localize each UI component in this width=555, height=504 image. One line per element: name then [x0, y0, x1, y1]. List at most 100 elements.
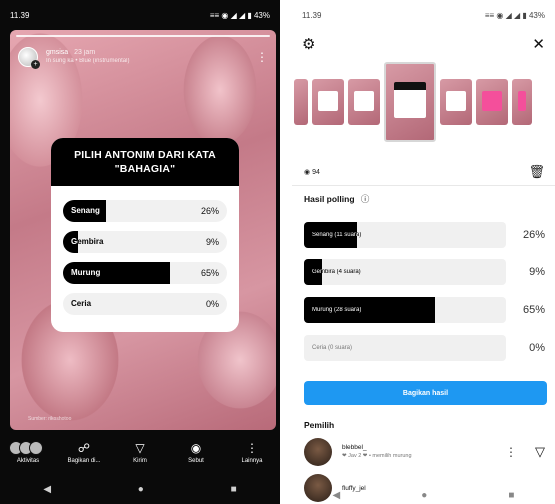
story-image[interactable]: + gmsisa 23 jam In sung ka • Blue (instr…	[10, 30, 276, 430]
story-thumbnails	[292, 62, 555, 142]
top-actions: ⚙ ✕	[302, 32, 545, 56]
poll-option-label: Ceria	[71, 299, 92, 308]
results-title-text: Hasil polling	[304, 194, 355, 204]
poll-option[interactable]: Senang 26%	[63, 200, 227, 222]
poll-option-percent: 26%	[200, 206, 219, 216]
divider	[292, 185, 555, 186]
mention-button[interactable]: ◉ Sebut	[171, 441, 221, 464]
viewer-avatars-icon	[9, 440, 43, 455]
send-icon: ▽	[135, 440, 145, 455]
result-label: Senang (11 suara)	[312, 232, 362, 238]
results-panel: 11.39 ≡≡ ◉ ◢ ◢ ▮ 43% ⚙ ✕ ◉ 94 🗑 Hasil po…	[292, 0, 555, 504]
share-to-label: Bagikan di...	[67, 457, 101, 464]
story-thumbnail[interactable]	[476, 79, 508, 125]
story-thumbnail-selected[interactable]	[384, 62, 436, 142]
home-icon[interactable]: ●	[138, 484, 144, 495]
story-thumbnail[interactable]	[348, 79, 380, 125]
poll-sticker: PILIH ANTONIM DARI KATA "BAHAGIA" Senang…	[51, 138, 239, 332]
poll-option[interactable]: Ceria 0%	[63, 293, 227, 315]
recents-icon[interactable]: ■	[508, 490, 514, 501]
result-label: Gembira (4 suara)	[312, 269, 361, 275]
more-vertical-icon: ⋮	[246, 440, 258, 455]
share-to-button[interactable]: ☍ Bagikan di...	[59, 441, 109, 464]
poll-option-percent: 65%	[200, 268, 219, 278]
views-count: 94	[312, 169, 320, 176]
voter-name[interactable]: blebbel_	[342, 443, 412, 452]
status-bar: 11.39 ≡≡ ◉ ◢ ◢ ▮ 43%	[0, 0, 280, 30]
activity-button[interactable]: Aktivitas	[3, 440, 53, 464]
share-icon: ☍	[77, 440, 91, 455]
result-bar: Senang (11 suara)	[304, 222, 506, 248]
result-percent: 0%	[529, 342, 545, 354]
story-user-meta: gmsisa 23 jam In sung ka • Blue (instrum…	[46, 48, 129, 66]
poll-option-percent: 0%	[205, 299, 219, 309]
trash-icon[interactable]: 🗑	[528, 164, 545, 180]
result-percent: 65%	[522, 304, 545, 316]
status-time: 11.39	[302, 10, 322, 20]
back-icon[interactable]: ◀	[333, 490, 341, 501]
info-icon[interactable]: ⓘ	[361, 194, 370, 204]
result-row: Murung (28 suara) 65%	[304, 297, 545, 323]
poll-option[interactable]: Gembira 9%	[63, 231, 227, 253]
story-thumbnail[interactable]	[312, 79, 344, 125]
result-percent: 9%	[529, 266, 545, 278]
status-time: 11.39	[10, 10, 30, 20]
result-percent: 26%	[522, 229, 545, 241]
result-label: Ceria (0 suara)	[312, 345, 353, 351]
gear-icon[interactable]: ⚙	[302, 35, 315, 53]
more-vertical-icon[interactable]: ⋮	[505, 445, 517, 459]
story-username[interactable]: gmsisa	[46, 49, 68, 56]
result-bar: Gembira (4 suara)	[304, 259, 506, 285]
recents-icon[interactable]: ■	[231, 484, 237, 495]
voter-sub: ❤ Jav 2 ❤ • memilih murung	[342, 453, 412, 459]
avatar[interactable]	[304, 438, 332, 466]
story-header: + gmsisa 23 jam In sung ka • Blue (instr…	[18, 44, 268, 70]
poll-option-percent: 9%	[205, 237, 219, 247]
story-thumbnail[interactable]	[512, 79, 532, 125]
system-nav-bar: ◀ ● ■	[292, 486, 555, 504]
mention-icon: ◉	[190, 440, 202, 455]
views-row: ◉ 94 🗑	[304, 164, 545, 180]
story-action-bar: Aktivitas ☍ Bagikan di... ▽ Kirim ◉ Sebu…	[0, 432, 280, 472]
voters-title: Pemilih	[304, 420, 335, 430]
share-results-button[interactable]: Bagikan hasil	[304, 381, 547, 405]
home-icon[interactable]: ●	[421, 490, 427, 501]
results-title: Hasil polling ⓘ	[304, 193, 369, 205]
result-bar: Murung (28 suara)	[304, 297, 506, 323]
story-music[interactable]: In sung ka • Blue (instrumental)	[46, 57, 129, 66]
result-bar: Ceria (0 suara)	[304, 335, 506, 361]
poll-option-label: Senang	[71, 206, 100, 215]
poll-option-label: Murung	[71, 268, 101, 277]
story-thumbnail[interactable]	[440, 79, 472, 125]
status-icons: ≡≡ ◉ ◢ ◢ ▮ 43%	[209, 10, 270, 20]
more-vertical-icon[interactable]: ⋮	[256, 50, 268, 64]
result-row: Senang (11 suara) 26%	[304, 222, 545, 248]
send-icon[interactable]: ▽	[535, 444, 545, 460]
result-row: Ceria (0 suara) 0%	[304, 335, 545, 361]
viewer-count[interactable]: ◉ 94	[304, 168, 320, 176]
story-progress-bar	[16, 35, 270, 37]
poll-option-label: Gembira	[71, 237, 104, 246]
more-button[interactable]: ⋮ Lainnya	[227, 441, 277, 464]
story-panel: 11.39 ≡≡ ◉ ◢ ◢ ▮ 43% + gmsisa 23 jam In …	[0, 0, 280, 504]
back-icon[interactable]: ◀	[43, 484, 51, 495]
more-label: Lainnya	[241, 457, 263, 464]
poll-question: PILIH ANTONIM DARI KATA "BAHAGIA"	[51, 138, 239, 186]
voter-info: blebbel_ ❤ Jav 2 ❤ • memilih murung	[342, 443, 412, 461]
eye-icon: ◉	[304, 169, 313, 176]
voter-row[interactable]: blebbel_ ❤ Jav 2 ❤ • memilih murung ⋮ ▽	[304, 437, 545, 467]
result-row: Gembira (4 suara) 9%	[304, 259, 545, 285]
avatar[interactable]: +	[18, 47, 40, 69]
story-caption: Sumber: rikoshotoo	[28, 416, 72, 422]
send-label: Kirim	[133, 457, 147, 464]
mention-label: Sebut	[188, 457, 204, 464]
activity-label: Aktivitas	[16, 457, 40, 464]
result-label: Murung (28 suara)	[312, 307, 362, 313]
status-icons: ≡≡ ◉ ◢ ◢ ▮ 43%	[484, 10, 545, 20]
poll-option[interactable]: Murung 65%	[63, 262, 227, 284]
close-icon[interactable]: ✕	[532, 35, 545, 53]
story-thumbnail[interactable]	[294, 79, 308, 125]
send-button[interactable]: ▽ Kirim	[115, 441, 165, 464]
plus-icon: +	[31, 60, 40, 69]
story-time: 23 jam	[74, 49, 96, 56]
